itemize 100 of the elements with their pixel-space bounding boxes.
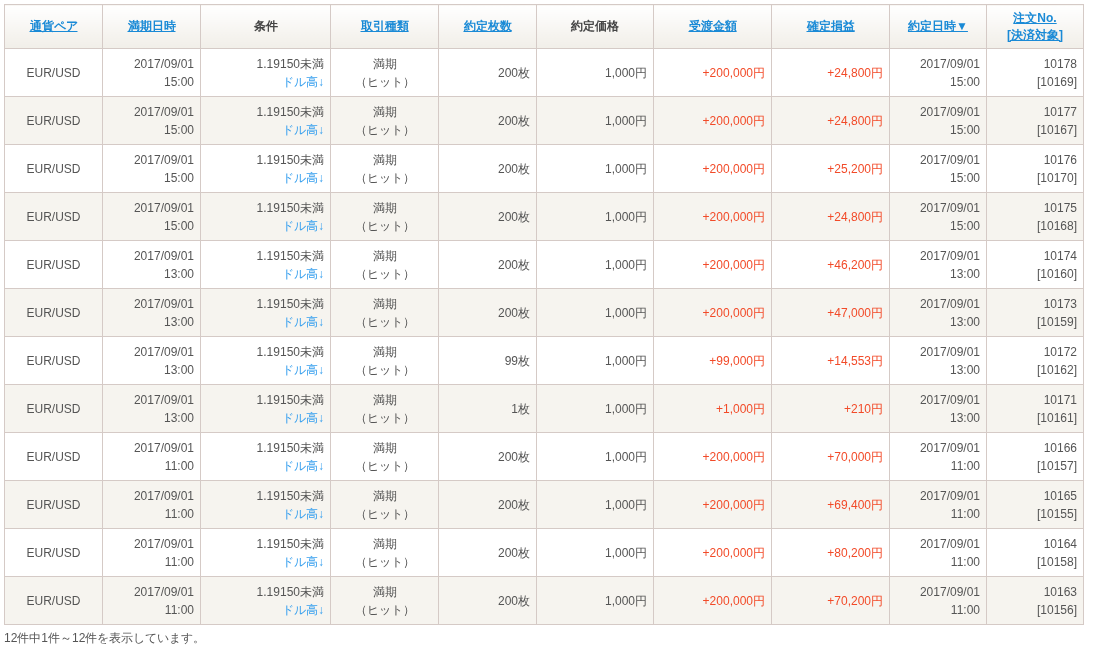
condition-text: 1.19150未満	[256, 487, 324, 505]
amount-cell: +200,000円	[702, 449, 765, 464]
settlement-number: [10169]	[1036, 73, 1077, 91]
settlement-number: [10161]	[1036, 409, 1077, 427]
column-header-link[interactable]: 確定損益	[806, 19, 855, 33]
trade-type: 満期	[372, 343, 397, 361]
execution-date: 2017/09/01	[919, 55, 980, 73]
condition-text: 1.19150未満	[256, 55, 324, 73]
profit-cell: +24,800円	[827, 113, 883, 128]
amount-cell: +200,000円	[702, 161, 765, 176]
direction-text: ドル高↓	[282, 361, 324, 379]
expiry-time: 13:00	[163, 265, 194, 283]
profit-cell: +24,800円	[827, 209, 883, 224]
expiry-time: 11:00	[164, 553, 194, 571]
quantity-cell: 1枚	[511, 401, 530, 416]
quantity-cell: 200枚	[497, 449, 530, 464]
settlement-number: [10170]	[1036, 169, 1077, 187]
price-cell: 1,000円	[604, 401, 647, 416]
currency-pair: EUR/USD	[26, 497, 81, 512]
profit-cell: +14,553円	[827, 353, 883, 368]
trade-type-detail: （ヒット）	[354, 313, 415, 331]
currency-pair: EUR/USD	[26, 209, 81, 224]
column-header-link[interactable]: 通貨ペア	[29, 19, 78, 33]
order-number: 10174	[1043, 247, 1077, 265]
order-number: 10177	[1043, 103, 1077, 121]
quantity-cell: 200枚	[497, 113, 530, 128]
condition-text: 1.19150未満	[256, 295, 324, 313]
expiry-date: 2017/09/01	[133, 343, 194, 361]
order-number: 10175	[1043, 199, 1077, 217]
settlement-number: [10158]	[1036, 553, 1077, 571]
price-cell: 1,000円	[604, 65, 647, 80]
execution-time: 15:00	[949, 169, 980, 187]
expiry-date: 2017/09/01	[133, 583, 194, 601]
column-header-link[interactable]: 満期日時	[127, 19, 176, 33]
column-header-link[interactable]: 注文No.	[1013, 10, 1057, 25]
trade-type: 満期	[372, 295, 397, 313]
column-header-link[interactable]: 約定日時▼	[908, 19, 968, 33]
settlement-number: [10159]	[1036, 313, 1077, 331]
settlement-number: [10162]	[1036, 361, 1077, 379]
amount-cell: +200,000円	[702, 497, 765, 512]
profit-cell: +47,000円	[827, 305, 883, 320]
price-cell: 1,000円	[604, 305, 647, 320]
trade-type-detail: （ヒット）	[354, 409, 415, 427]
price-cell: 1,000円	[604, 449, 647, 464]
trade-type: 満期	[372, 391, 397, 409]
execution-time: 11:00	[950, 505, 980, 523]
profit-cell: +80,200円	[827, 545, 883, 560]
trade-type: 満期	[372, 487, 397, 505]
column-header: 約定価格	[571, 19, 619, 33]
order-number: 10163	[1043, 583, 1077, 601]
expiry-date: 2017/09/01	[133, 295, 194, 313]
expiry-date: 2017/09/01	[133, 439, 194, 457]
column-header-link[interactable]: 約定枚数	[463, 19, 512, 33]
order-number: 10178	[1043, 55, 1077, 73]
quantity-cell: 200枚	[497, 545, 530, 560]
execution-date: 2017/09/01	[919, 151, 980, 169]
condition-text: 1.19150未満	[256, 583, 324, 601]
execution-time: 13:00	[949, 265, 980, 283]
column-header-link[interactable]: [決済対象]	[1007, 27, 1063, 42]
currency-pair: EUR/USD	[26, 161, 81, 176]
execution-date: 2017/09/01	[919, 439, 980, 457]
expiry-time: 15:00	[163, 73, 194, 91]
quantity-cell: 200枚	[497, 65, 530, 80]
expiry-time: 15:00	[163, 121, 194, 139]
quantity-cell: 200枚	[497, 497, 530, 512]
quantity-cell: 200枚	[497, 305, 530, 320]
trade-type-detail: （ヒット）	[354, 553, 415, 571]
amount-cell: +200,000円	[702, 113, 765, 128]
settlement-number: [10167]	[1036, 121, 1077, 139]
currency-pair: EUR/USD	[26, 113, 81, 128]
trade-type-detail: （ヒット）	[354, 265, 415, 283]
order-number: 10172	[1043, 343, 1077, 361]
expiry-time: 13:00	[163, 313, 194, 331]
expiry-date: 2017/09/01	[133, 55, 194, 73]
amount-cell: +1,000円	[715, 401, 765, 416]
expiry-time: 11:00	[164, 505, 194, 523]
currency-pair: EUR/USD	[26, 305, 81, 320]
currency-pair: EUR/USD	[26, 65, 81, 80]
condition-text: 1.19150未満	[256, 247, 324, 265]
condition-text: 1.19150未満	[256, 343, 324, 361]
profit-cell: +25,200円	[827, 161, 883, 176]
settlement-number: [10157]	[1036, 457, 1077, 475]
trade-type-detail: （ヒット）	[354, 169, 415, 187]
expiry-date: 2017/09/01	[133, 103, 194, 121]
expiry-time: 13:00	[163, 361, 194, 379]
quantity-cell: 99枚	[504, 353, 530, 368]
direction-text: ドル高↓	[282, 553, 324, 571]
direction-text: ドル高↓	[282, 457, 324, 475]
amount-cell: +99,000円	[709, 353, 765, 368]
execution-time: 15:00	[949, 217, 980, 235]
direction-text: ドル高↓	[282, 265, 324, 283]
trade-type-detail: （ヒット）	[354, 121, 415, 139]
column-header-link[interactable]: 受渡金額	[688, 19, 737, 33]
column-header-link[interactable]: 取引種類	[360, 19, 409, 33]
condition-text: 1.19150未満	[256, 391, 324, 409]
direction-text: ドル高↓	[282, 217, 324, 235]
price-cell: 1,000円	[604, 209, 647, 224]
expiry-date: 2017/09/01	[133, 391, 194, 409]
direction-text: ドル高↓	[282, 409, 324, 427]
execution-date: 2017/09/01	[919, 295, 980, 313]
